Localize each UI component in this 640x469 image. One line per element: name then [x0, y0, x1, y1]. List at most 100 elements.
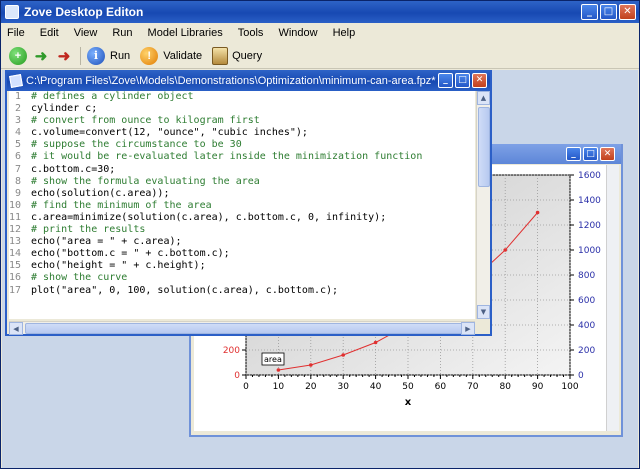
menu-model-libraries[interactable]: Model Libraries	[148, 27, 223, 39]
editor-close-button[interactable]: ✕	[472, 73, 487, 88]
code-line[interactable]: 1 # defines a cylinder object	[9, 91, 475, 103]
scroll-down-icon[interactable]: ▼	[477, 305, 490, 319]
x-tick-label: 80	[499, 382, 511, 392]
code-line[interactable]: 6 # it would be re-evaluated later inside…	[9, 151, 475, 163]
editor-title-bar[interactable]: C:\Program Files\Zove\Models\Demonstrati…	[7, 70, 490, 91]
menu-file[interactable]: File	[7, 27, 25, 39]
x-tick-label: 30	[337, 382, 349, 392]
app-icon	[5, 5, 19, 19]
code-text: # find the minimum of the area	[31, 199, 212, 211]
line-number: 14	[9, 248, 22, 260]
x-tick-label: 40	[370, 382, 382, 392]
y-right-tick-label: 1400	[578, 196, 601, 206]
scroll-up-icon[interactable]: ▲	[477, 91, 490, 105]
line-number: 15	[9, 260, 22, 272]
validate-button[interactable]: Validate	[163, 50, 202, 62]
code-text: echo("area = " + c.area);	[31, 236, 182, 248]
y-right-tick-label: 800	[578, 271, 595, 281]
code-line[interactable]: 4 c.volume=convert(12, "ounce", "cubic in…	[9, 127, 475, 139]
app-title: Zove Desktop Editon	[24, 5, 144, 19]
hscroll-thumb[interactable]	[25, 323, 465, 334]
import-icon[interactable]: ➜	[32, 47, 50, 65]
export-icon[interactable]: ➜	[55, 47, 73, 65]
x-tick-label: 20	[305, 382, 317, 392]
scroll-left-icon[interactable]: ◀	[9, 322, 23, 335]
menu-bar: File Edit View Run Model Libraries Tools…	[1, 23, 639, 43]
run-icon[interactable]: i	[87, 46, 105, 65]
line-number: 10	[9, 199, 22, 211]
code-line[interactable]: 2 cylinder c;	[9, 103, 475, 115]
line-number: 3	[14, 115, 21, 127]
minimize-button[interactable]: _	[581, 4, 598, 20]
scroll-thumb[interactable]	[478, 107, 490, 187]
line-number: 9	[14, 187, 21, 199]
area-data-point	[535, 210, 540, 215]
code-line[interactable]: 5 # suppose the circumstance to be 30	[9, 139, 475, 151]
scroll-right-icon[interactable]: ▶	[461, 322, 475, 335]
query-icon[interactable]	[212, 46, 229, 65]
mdi-area: _ □ ✕ 0 10 20 30 40 50 60 70 80 90 100 x 0 200 400 600 8…	[2, 70, 638, 468]
editor-horizontal-scrollbar[interactable]: ◀ ▶	[9, 321, 475, 335]
code-text: # show the formula evaluating the area	[31, 175, 260, 187]
code-text: c.volume=convert(12, "ounce", "cubic inc…	[31, 127, 308, 139]
code-text: # suppose the circumstance to be 30	[31, 139, 242, 151]
y-left-tick-label: 200	[223, 346, 240, 356]
code-text: # convert from ounce to kilogram first	[31, 115, 260, 127]
x-tick-label: 70	[467, 382, 479, 392]
code-line[interactable]: 10 # find the minimum of the area	[9, 200, 475, 212]
area-data-point	[276, 368, 281, 372]
x-tick-label: 50	[402, 382, 414, 392]
editor-title: C:\Program Files\Zove\Models\Demonstrati…	[26, 74, 436, 87]
menu-view[interactable]: View	[74, 27, 98, 39]
chart-minimize-button[interactable]: _	[566, 147, 581, 161]
close-button[interactable]: ✕	[619, 4, 636, 20]
code-line[interactable]: 12 # print the results	[9, 224, 475, 236]
line-number: 7	[14, 163, 21, 175]
code-editor[interactable]: 1 # defines a cylinder object 2 cylinder c;…	[9, 91, 475, 319]
query-button[interactable]: Query	[232, 50, 262, 62]
document-icon	[9, 73, 23, 88]
code-line[interactable]: 9 echo(solution(c.area));	[9, 188, 475, 200]
code-line[interactable]: 7 c.bottom.c=30;	[9, 164, 475, 176]
code-line[interactable]: 16 # show the curve	[9, 272, 475, 284]
line-number: 4	[14, 127, 21, 139]
y-right-tick-label: 1600	[578, 171, 601, 181]
app-title-bar[interactable]: Zove Desktop Editon _ □ ✕	[1, 1, 639, 23]
menu-window[interactable]: Window	[278, 27, 317, 39]
menu-tools[interactable]: Tools	[238, 27, 264, 39]
code-line[interactable]: 15 echo("height = " + c.height);	[9, 260, 475, 272]
line-number: 1	[14, 91, 21, 102]
y-right-tick-label: 0	[578, 371, 584, 381]
code-line[interactable]: 8 # show the formula evaluating the area	[9, 176, 475, 188]
chart-close-button[interactable]: ✕	[600, 147, 615, 161]
maximize-button[interactable]: □	[600, 4, 617, 20]
run-button[interactable]: Run	[110, 50, 130, 62]
editor-minimize-button[interactable]: _	[438, 73, 453, 88]
code-line[interactable]: 13 echo("area = " + c.area);	[9, 236, 475, 248]
x-tick-label: 10	[273, 382, 285, 392]
code-line[interactable]: 3 # convert from ounce to kilogram first	[9, 115, 475, 127]
code-line[interactable]: 17 plot("area", 0, 100, solution(c.area),…	[9, 285, 475, 297]
editor-vertical-scrollbar[interactable]: ▲ ▼	[476, 91, 490, 319]
code-text: c.bottom.c=30;	[31, 163, 116, 175]
code-text: echo("height = " + c.height);	[31, 260, 206, 272]
code-text: # it would be re-evaluated later inside …	[31, 151, 423, 163]
validate-icon[interactable]: !	[140, 46, 159, 65]
code-text: echo("bottom.c = " + c.bottom.c);	[31, 248, 230, 260]
editor-maximize-button[interactable]: □	[455, 73, 470, 88]
chart-scrollbar[interactable]	[606, 165, 619, 431]
code-text: plot("area", 0, 100, solution(c.area), c…	[31, 284, 339, 296]
line-number: 12	[9, 224, 22, 236]
menu-edit[interactable]: Edit	[40, 27, 59, 39]
code-text: echo(solution(c.area));	[31, 187, 170, 199]
y-right-tick-label: 600	[578, 296, 595, 306]
add-icon[interactable]: +	[9, 46, 27, 65]
chart-maximize-button[interactable]: □	[583, 147, 598, 161]
menu-run[interactable]: Run	[112, 27, 132, 39]
x-tick-label: 100	[561, 382, 578, 392]
code-text: cylinder c;	[31, 103, 98, 115]
code-text: # show the curve	[31, 272, 128, 284]
menu-help[interactable]: Help	[333, 27, 356, 39]
code-line[interactable]: 14 echo("bottom.c = " + c.bottom.c);	[9, 248, 475, 260]
code-line[interactable]: 11 c.area=minimize(solution(c.area), c.bo…	[9, 212, 475, 224]
